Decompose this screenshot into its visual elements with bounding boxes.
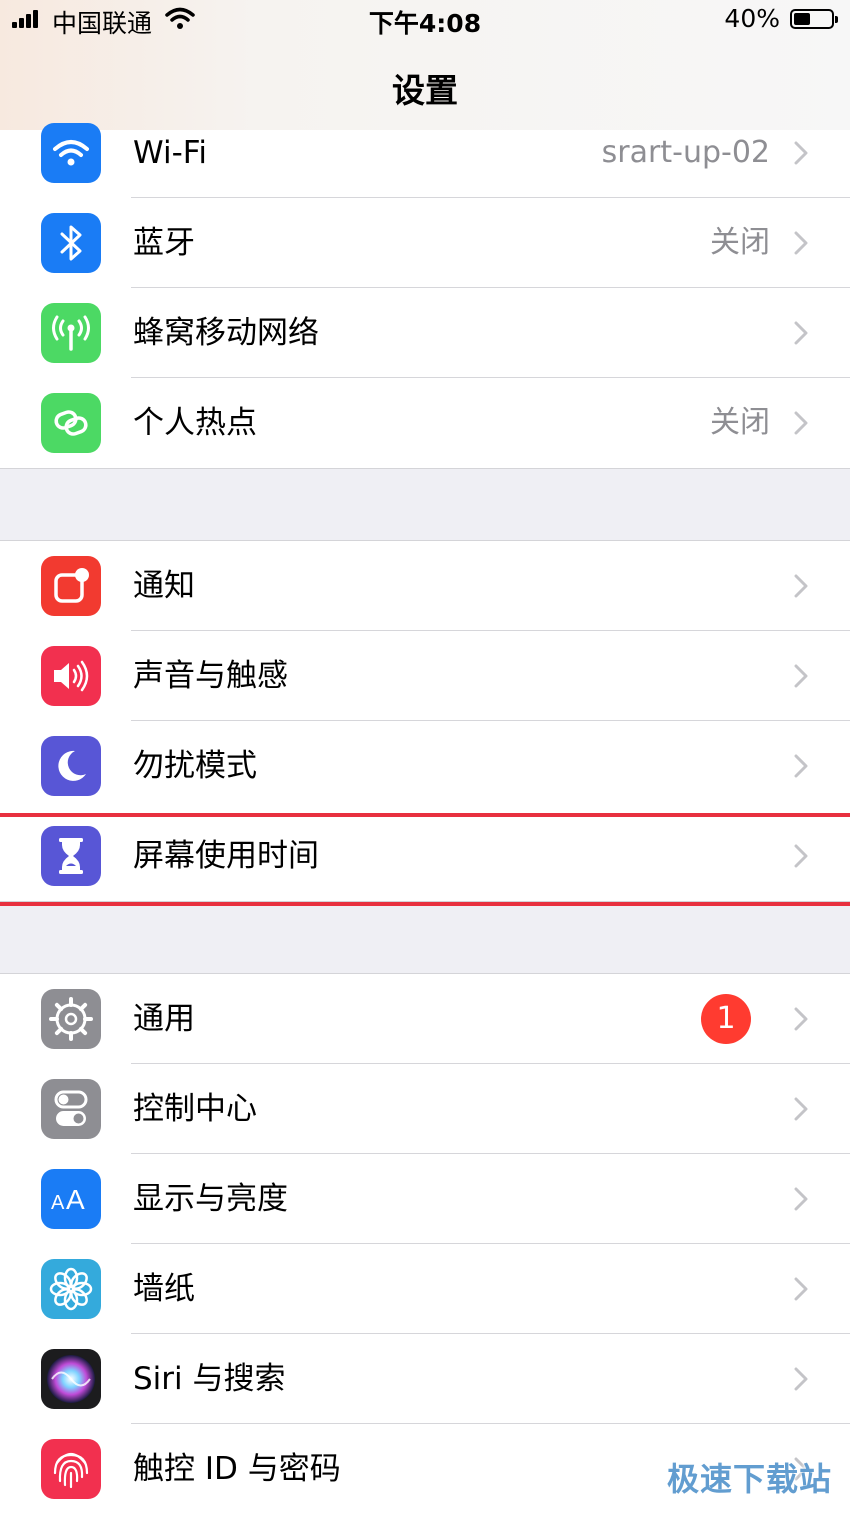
settings-row-bluetooth[interactable]: 蓝牙 关闭: [0, 198, 850, 288]
chevron-right-icon: [794, 754, 808, 778]
status-time: 下午4:08: [368, 9, 482, 38]
settings-row-screen-time[interactable]: 屏幕使用时间: [0, 811, 850, 901]
row-label: Siri 与搜索: [133, 1361, 286, 1397]
fingerprint-icon: [41, 1439, 101, 1499]
row-label: 个人热点: [133, 405, 257, 441]
general-group: 通用 1 控制中心 A A 显示与亮度 墙纸 Siri 与搜索 触控 ID 与密…: [0, 973, 850, 1514]
text-size-icon: A A: [41, 1169, 101, 1229]
chevron-right-icon: [794, 574, 808, 598]
row-label: 墙纸: [133, 1271, 195, 1307]
svg-text:A: A: [51, 1192, 65, 1214]
settings-row-siri[interactable]: Siri 与搜索: [0, 1334, 850, 1424]
chevron-right-icon: [794, 1277, 808, 1301]
settings-row-sounds[interactable]: 声音与触感: [0, 631, 850, 721]
settings-row-wifi[interactable]: Wi-Fi srart-up-02: [0, 108, 850, 198]
bluetooth-icon: [41, 213, 101, 273]
chevron-right-icon: [794, 1367, 808, 1391]
hourglass-icon: [41, 826, 101, 886]
row-label: 声音与触感: [133, 658, 288, 694]
highlight-top-line: [0, 813, 850, 817]
row-label: 蓝牙: [133, 225, 195, 261]
hotspot-link-icon: [41, 393, 101, 453]
battery-percentage: 40%: [724, 4, 780, 33]
toggles-icon: [41, 1079, 101, 1139]
moon-icon: [41, 736, 101, 796]
row-label: 通用: [133, 1001, 195, 1037]
row-value: 关闭: [710, 225, 770, 260]
row-label: 触控 ID 与密码: [133, 1451, 341, 1487]
cellular-antenna-icon: [41, 303, 101, 363]
chevron-right-icon: [794, 141, 808, 165]
gear-icon: [41, 989, 101, 1049]
battery-icon: [790, 9, 838, 29]
chevron-right-icon: [794, 664, 808, 688]
row-label: 通知: [133, 568, 195, 604]
page-title: 设置: [392, 71, 458, 110]
chevron-right-icon: [794, 1097, 808, 1121]
settings-row-do-not-disturb[interactable]: 勿扰模式: [0, 721, 850, 811]
update-badge: 1: [701, 994, 751, 1044]
settings-row-hotspot[interactable]: 个人热点 关闭: [0, 378, 850, 468]
row-label: 屏幕使用时间: [133, 838, 319, 874]
flower-icon: [41, 1259, 101, 1319]
chevron-right-icon: [794, 231, 808, 255]
row-label: 控制中心: [133, 1091, 257, 1127]
settings-row-cellular[interactable]: 蜂窝移动网络: [0, 288, 850, 378]
siri-icon: [41, 1349, 101, 1409]
settings-row-wallpaper[interactable]: 墙纸: [0, 1244, 850, 1334]
notifications-icon: [41, 556, 101, 616]
notifications-group: 通知 声音与触感 勿扰模式 屏幕使用时间: [0, 540, 850, 902]
highlight-bottom-line: [0, 902, 850, 906]
watermark-text: 极速下载站: [666, 1460, 832, 1498]
settings-row-display[interactable]: A A 显示与亮度: [0, 1154, 850, 1244]
svg-text:A: A: [66, 1184, 85, 1215]
connectivity-group: Wi-Fi srart-up-02 蓝牙 关闭 蜂窝移动网络 个人热点 关闭: [0, 123, 850, 469]
settings-row-general[interactable]: 通用 1: [0, 974, 850, 1064]
chevron-right-icon: [794, 411, 808, 435]
row-label: 显示与亮度: [133, 1181, 288, 1217]
wifi-icon: [41, 123, 101, 183]
chevron-right-icon: [794, 1187, 808, 1211]
row-value: srart-up-02: [601, 135, 770, 170]
chevron-right-icon: [794, 1007, 808, 1031]
row-label: 勿扰模式: [133, 748, 257, 784]
chevron-right-icon: [794, 844, 808, 868]
chevron-right-icon: [794, 321, 808, 345]
row-label: 蜂窝移动网络: [133, 315, 319, 351]
settings-row-notifications[interactable]: 通知: [0, 541, 850, 631]
status-bar: 中国联通 下午4:08 40%: [0, 0, 850, 40]
row-label: Wi-Fi: [133, 135, 207, 171]
settings-row-control-center[interactable]: 控制中心: [0, 1064, 850, 1154]
speaker-icon: [41, 646, 101, 706]
row-value: 关闭: [710, 405, 770, 440]
